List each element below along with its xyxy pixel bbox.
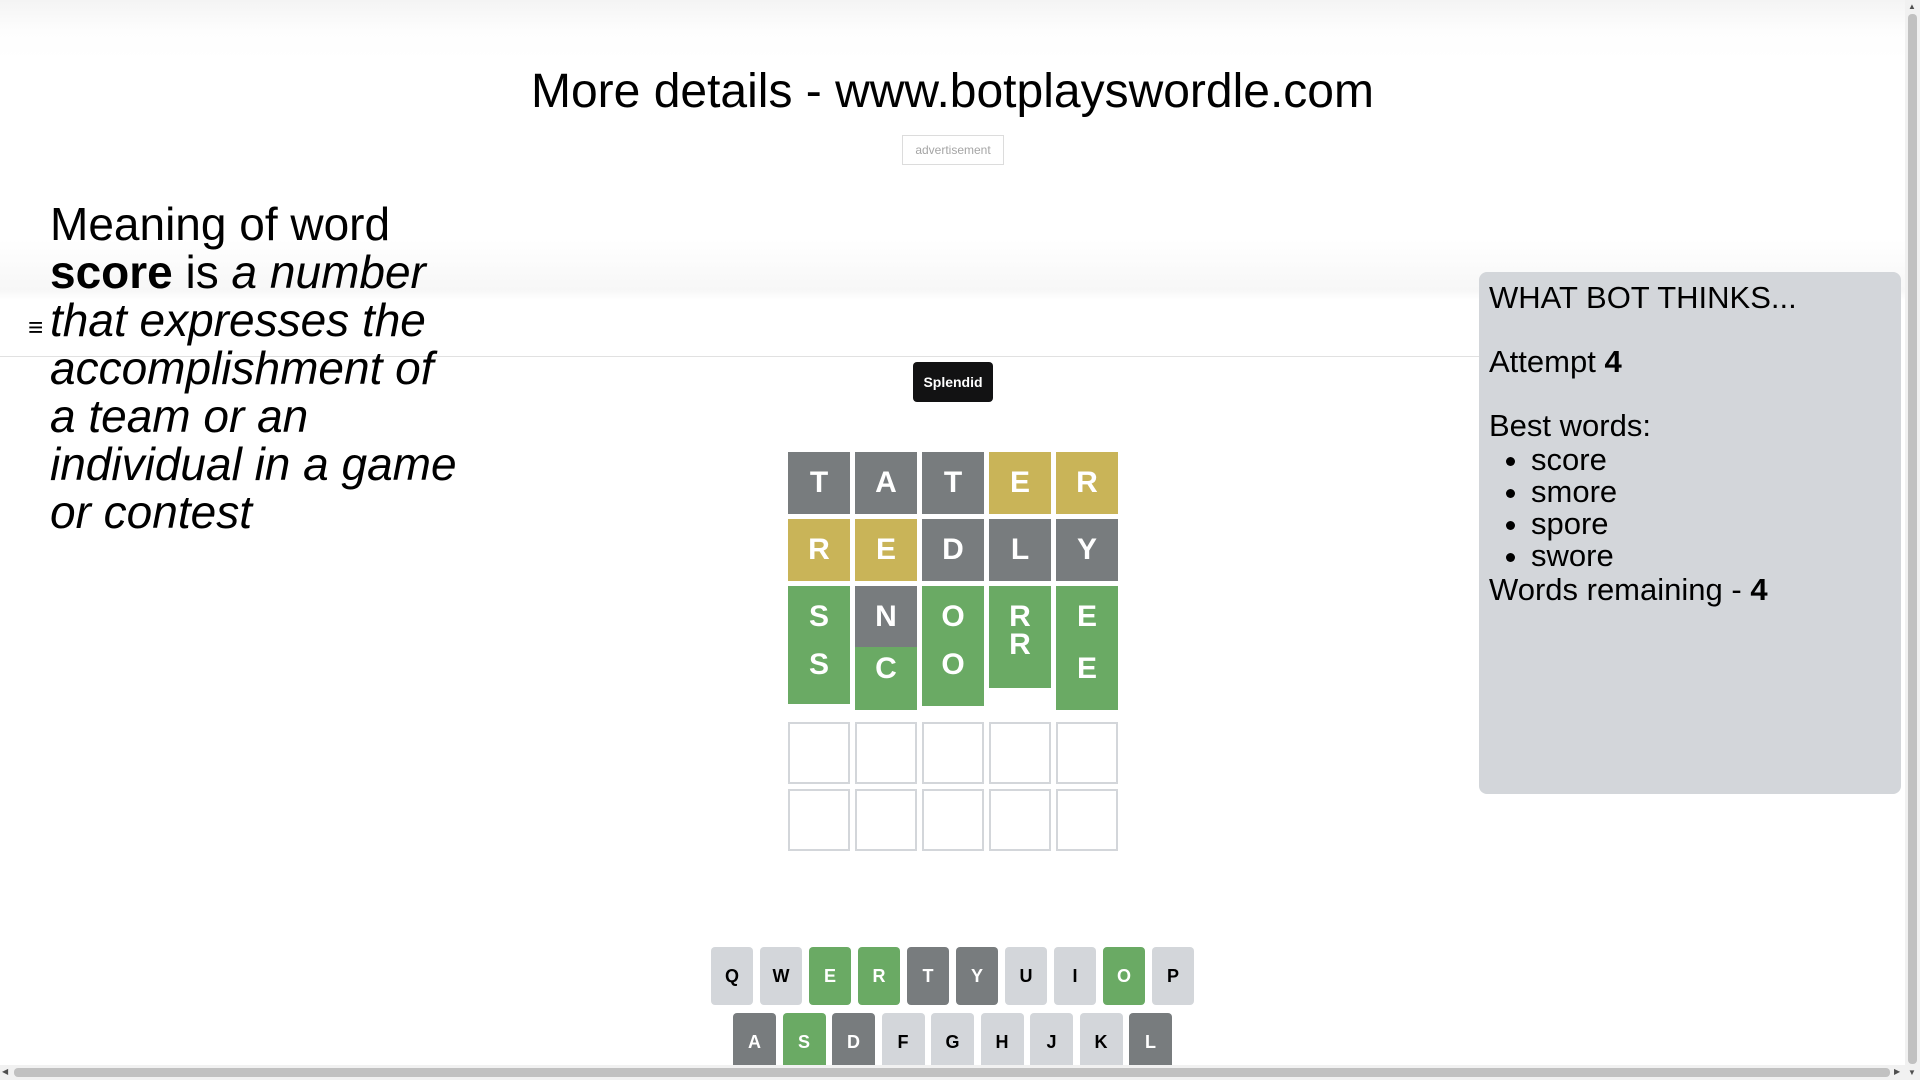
best-word-item: spore bbox=[1531, 508, 1891, 540]
tile-letter-second: S bbox=[808, 648, 829, 681]
key-o[interactable]: O bbox=[1103, 947, 1145, 1005]
bot-thinks-panel: WHAT BOT THINKS... Attempt 4 Best words:… bbox=[1479, 272, 1901, 794]
horizontal-scroll-thumb[interactable] bbox=[14, 1068, 1890, 1077]
key-y[interactable]: Y bbox=[956, 947, 998, 1005]
words-remaining-line: Words remaining - 4 bbox=[1489, 572, 1891, 608]
page: More details - www.botplayswordle.com ad… bbox=[0, 0, 1920, 1080]
menu-icon[interactable]: ≡ bbox=[28, 312, 43, 342]
tile-letter-second: E bbox=[1076, 652, 1097, 685]
words-remaining-label: Words remaining - bbox=[1489, 572, 1742, 607]
attempt-value: 4 bbox=[1604, 344, 1622, 379]
board-tile-animating: EE bbox=[1056, 586, 1118, 710]
board-tile-animating: OO bbox=[922, 586, 984, 706]
key-e[interactable]: E bbox=[809, 947, 851, 1005]
scroll-down-arrow-icon[interactable]: ▼ bbox=[1908, 1068, 1916, 1077]
board-tile: E bbox=[855, 519, 917, 581]
key-a[interactable]: A bbox=[733, 1013, 776, 1071]
board-tile-animating: NC bbox=[855, 586, 917, 710]
best-words-label: Best words: bbox=[1489, 408, 1651, 443]
word-meaning: Meaning of word score is a number that e… bbox=[50, 200, 460, 536]
key-q[interactable]: Q bbox=[711, 947, 753, 1005]
board-tile-empty bbox=[922, 722, 984, 784]
key-u[interactable]: U bbox=[1005, 947, 1047, 1005]
board-tile: A bbox=[855, 452, 917, 514]
board-tile-empty bbox=[788, 789, 850, 851]
vertical-scrollbar[interactable]: ▲ ▼ bbox=[1905, 0, 1920, 1080]
board-tile-empty bbox=[1056, 789, 1118, 851]
horizontal-scrollbar[interactable]: ◀ ▶ bbox=[0, 1065, 1905, 1080]
attempt-line: Attempt 4 bbox=[1489, 344, 1891, 380]
tile-letter: N bbox=[875, 600, 897, 633]
board-tile: Y bbox=[1056, 519, 1118, 581]
toast-message: Splendid bbox=[913, 362, 993, 402]
meaning-word: score bbox=[50, 246, 173, 298]
meaning-prefix: Meaning of word bbox=[50, 198, 391, 250]
board-tile-empty bbox=[855, 722, 917, 784]
scroll-right-arrow-icon[interactable]: ▶ bbox=[1894, 1067, 1900, 1076]
board-tile-empty bbox=[989, 789, 1051, 851]
key-g[interactable]: G bbox=[931, 1013, 974, 1071]
key-t[interactable]: T bbox=[907, 947, 949, 1005]
tile-letter-second: R bbox=[1009, 628, 1031, 661]
best-word-item: swore bbox=[1531, 540, 1891, 572]
words-remaining-value: 4 bbox=[1750, 572, 1768, 607]
scroll-left-arrow-icon[interactable]: ◀ bbox=[2, 1067, 8, 1076]
board-tile-empty bbox=[922, 789, 984, 851]
tile-letter-second: O bbox=[941, 648, 965, 681]
key-i[interactable]: I bbox=[1054, 947, 1096, 1005]
key-h[interactable]: H bbox=[980, 1013, 1024, 1071]
board-tile: D bbox=[922, 519, 984, 581]
key-r[interactable]: R bbox=[858, 947, 900, 1005]
key-j[interactable]: J bbox=[1030, 1013, 1073, 1071]
key-f[interactable]: F bbox=[881, 1013, 925, 1071]
best-words-list: score smore spore swore bbox=[1489, 444, 1891, 572]
key-k[interactable]: K bbox=[1079, 1013, 1123, 1071]
key-w[interactable]: W bbox=[760, 947, 802, 1005]
tile-letter: O bbox=[941, 600, 965, 633]
board-tile: R bbox=[788, 519, 850, 581]
board-tile-empty bbox=[989, 722, 1051, 784]
key-s[interactable]: S bbox=[782, 1013, 826, 1071]
best-word-item: smore bbox=[1531, 476, 1891, 508]
bot-panel-title: WHAT BOT THINKS... bbox=[1489, 280, 1797, 315]
board-tile-animating: SS bbox=[788, 586, 850, 704]
site-title: More details - www.botplayswordle.com bbox=[531, 65, 1374, 118]
vertical-scroll-thumb[interactable] bbox=[1908, 14, 1917, 1064]
scroll-up-arrow-icon[interactable]: ▲ bbox=[1908, 2, 1916, 11]
board-tile: E bbox=[989, 452, 1051, 514]
key-p[interactable]: P bbox=[1152, 947, 1194, 1005]
board-tile: T bbox=[788, 452, 850, 514]
meaning-is: is bbox=[185, 246, 219, 298]
board-tile-empty bbox=[788, 722, 850, 784]
board-tile-animating: RR bbox=[989, 586, 1051, 688]
attempt-label: Attempt bbox=[1489, 344, 1596, 379]
best-word-item: score bbox=[1531, 444, 1891, 476]
board-tile: L bbox=[989, 519, 1051, 581]
advertisement-placeholder[interactable]: advertisement bbox=[902, 135, 1004, 165]
board-tile: T bbox=[922, 452, 984, 514]
tile-letter: E bbox=[1076, 600, 1097, 633]
board-tile-empty bbox=[855, 789, 917, 851]
key-l[interactable]: L bbox=[1129, 1013, 1172, 1071]
key-d[interactable]: D bbox=[832, 1013, 875, 1071]
board-tile: R bbox=[1056, 452, 1118, 514]
tile-letter-second: C bbox=[875, 652, 897, 685]
tile-letter: S bbox=[808, 600, 829, 633]
board-tile-empty bbox=[1056, 722, 1118, 784]
